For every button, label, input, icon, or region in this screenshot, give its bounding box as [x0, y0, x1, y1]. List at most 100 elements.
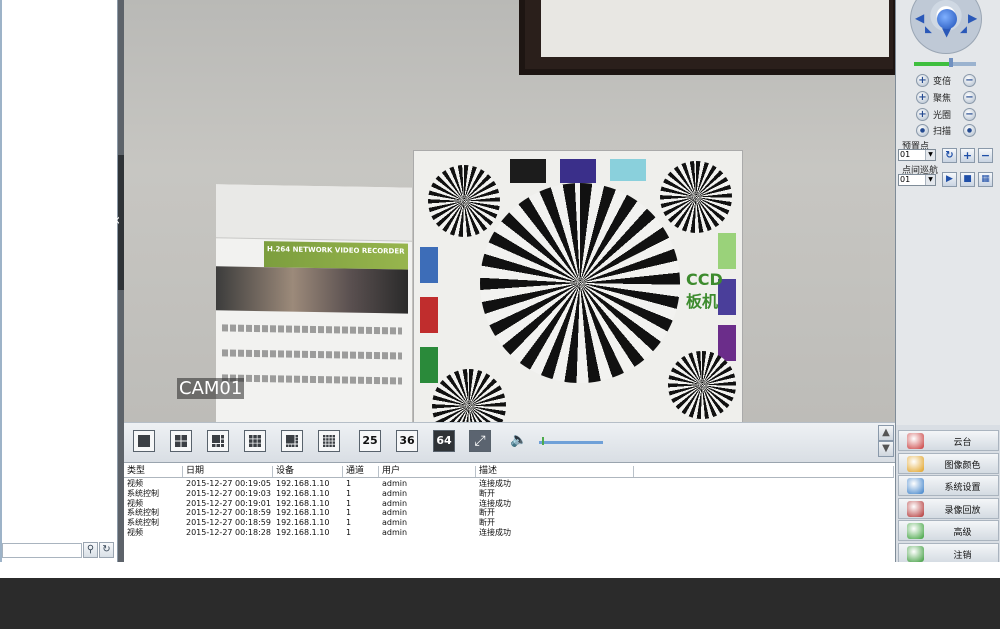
- function-button-playback[interactable]: 录像回放: [898, 497, 999, 519]
- preset-delete-button[interactable]: −: [978, 148, 993, 163]
- ptz-center-icon[interactable]: [937, 9, 957, 29]
- ptz-speed-slider[interactable]: [914, 62, 976, 66]
- toolbar-scroll: ▲ ▼: [878, 425, 894, 459]
- fullscreen-button[interactable]: ⤢: [469, 430, 491, 452]
- scan-start-button[interactable]: ●: [916, 124, 929, 137]
- log-row[interactable]: 视频 2015-12-27 00:18:28 192.168.1.10 1 admin 连…: [124, 528, 894, 538]
- function-button-logout[interactable]: 注销: [898, 542, 999, 564]
- pan-down-left-icon[interactable]: ◣: [925, 25, 932, 35]
- log-user-cell: admin: [382, 518, 408, 528]
- layout-9-button[interactable]: [244, 430, 266, 452]
- log-user-cell: admin: [382, 528, 408, 537]
- pan-down-right-icon[interactable]: ◢: [960, 25, 967, 35]
- function-button-color[interactable]: 图像颜色: [898, 452, 999, 474]
- log-device-cell: 192.168.1.10: [276, 518, 330, 528]
- settings-icon: [907, 478, 924, 494]
- camera-label: CAM01: [177, 378, 245, 399]
- function-label: 高级: [953, 528, 972, 538]
- chart-text-board: 板机: [686, 292, 719, 311]
- log-desc-cell: 连接成功: [479, 528, 511, 537]
- log-type-cell: 视频: [127, 498, 143, 508]
- log-row[interactable]: 系统控制 2015-12-27 00:18:59 192.168.1.10 1 admi…: [124, 518, 894, 528]
- log-splitter[interactable]: [444, 462, 574, 463]
- column-description[interactable]: 描述: [476, 466, 634, 477]
- focus-far-button[interactable]: −: [963, 91, 976, 104]
- layout-8-button[interactable]: [281, 430, 303, 452]
- log-user-cell: admin: [382, 479, 408, 488]
- layout-16-button[interactable]: [318, 430, 340, 452]
- layout-4-button[interactable]: [170, 430, 192, 452]
- function-button-settings[interactable]: 系统设置: [898, 475, 999, 496]
- volume-slider[interactable]: [539, 441, 603, 444]
- log-date-cell: 2015-12-27 00:18:59: [186, 508, 271, 518]
- log-type-cell: 系统控制: [127, 508, 159, 518]
- pan-left-icon[interactable]: ◀: [915, 11, 924, 25]
- preset-select[interactable]: 01 ▼: [898, 149, 936, 161]
- logout-icon: [907, 545, 924, 562]
- layout-1-button[interactable]: [133, 430, 155, 452]
- cruise-grid-button[interactable]: ▦: [978, 172, 993, 187]
- device-list-panel: ⚲ ↻: [0, 0, 118, 562]
- layout-6-button[interactable]: [207, 430, 229, 452]
- ptz-joystick[interactable]: ▼ ◀ ▶ ◣ ◢: [910, 0, 982, 54]
- window-bottom-edge: [0, 562, 1000, 578]
- function-panel: 云台 图像颜色 系统设置录像回放高级注销: [895, 425, 1000, 564]
- speaker-mute-icon[interactable]: 🔈: [510, 432, 527, 448]
- search-icon[interactable]: ⚲: [83, 542, 98, 558]
- device-search-input[interactable]: [2, 543, 82, 558]
- log-row[interactable]: 系统控制 2015-12-27 00:19:03 192.168.1.10 1 admi…: [124, 489, 894, 499]
- ptz-speed-handle[interactable]: [949, 58, 954, 67]
- video-view[interactable]: H.264 NETWORK VIDEO RECORDER CCD 板机 CAM01: [124, 0, 895, 422]
- cruise-play-button[interactable]: ▶: [942, 172, 957, 187]
- iris-open-button[interactable]: +: [916, 108, 929, 121]
- cruise-stop-button[interactable]: ■: [960, 172, 975, 187]
- zoom-out-button[interactable]: −: [963, 74, 976, 87]
- ptz-control-panel: ▼ ◀ ▶ ◣ ◢ + 变倍 − + 聚焦 − + 光圈 − ● 扫描 ● 预置…: [895, 0, 1000, 425]
- scroll-up-icon[interactable]: ▲: [878, 425, 894, 441]
- zoom-in-button[interactable]: +: [916, 74, 929, 87]
- function-label: 录像回放: [944, 505, 981, 516]
- cruise-select[interactable]: 01 ▼: [898, 174, 936, 186]
- log-device-cell: 192.168.1.10: [276, 479, 330, 488]
- log-row[interactable]: 视频 2015-12-27 00:19:05 192.168.1.10 1 admin 连…: [124, 479, 894, 489]
- log-date-cell: 2015-12-27 00:19:03: [186, 488, 271, 498]
- log-desc-cell: 连接成功: [479, 479, 511, 488]
- log-channel-cell: 1: [346, 488, 352, 498]
- log-channel-cell: 1: [346, 498, 352, 508]
- column-user[interactable]: 用户: [379, 466, 476, 477]
- log-channel-cell: 1: [346, 518, 352, 528]
- chevron-down-icon: ▼: [925, 150, 935, 160]
- layout-64-button[interactable]: 64: [433, 430, 455, 452]
- scan-stop-button[interactable]: ●: [963, 124, 976, 137]
- log-device-cell: 192.168.1.10: [276, 488, 330, 498]
- focus-near-button[interactable]: +: [916, 91, 929, 104]
- function-button-advanced[interactable]: 高级: [898, 520, 999, 541]
- layout-36-button[interactable]: 36: [396, 430, 418, 452]
- iris-label: 光圈: [933, 111, 952, 121]
- layout-25-button[interactable]: 25: [359, 430, 381, 452]
- chart-text-ccd: CCD: [686, 270, 723, 289]
- column-date[interactable]: 日期: [183, 466, 273, 477]
- taskbar-area: [0, 578, 1000, 629]
- log-type-cell: 视频: [127, 479, 143, 488]
- log-type-cell: 视频: [127, 528, 143, 537]
- refresh-icon[interactable]: ↻: [99, 542, 114, 558]
- scroll-down-icon[interactable]: ▼: [878, 441, 894, 457]
- log-user-cell: admin: [382, 498, 408, 508]
- layout-toolbar: 25 36 64 ⤢ 🔈 ▲ ▼: [124, 422, 895, 462]
- pan-right-icon[interactable]: ▶: [968, 11, 977, 25]
- preset-call-button[interactable]: ↻: [942, 148, 957, 163]
- iris-close-button[interactable]: −: [963, 108, 976, 121]
- preset-add-button[interactable]: +: [960, 148, 975, 163]
- product-box: H.264 NETWORK VIDEO RECORDER: [216, 184, 412, 422]
- focus-control: + 聚焦 −: [916, 91, 996, 105]
- column-channel[interactable]: 通道: [343, 466, 379, 477]
- column-type[interactable]: 类型: [124, 466, 183, 477]
- volume-handle[interactable]: [542, 437, 545, 445]
- log-row[interactable]: 系统控制 2015-12-27 00:18:59 192.168.1.10 1 admi…: [124, 508, 894, 518]
- collapse-arrow-icon[interactable]: ‹: [114, 210, 120, 229]
- log-device-cell: 192.168.1.10: [276, 498, 330, 508]
- column-device[interactable]: 设备: [273, 466, 343, 477]
- log-row[interactable]: 视频 2015-12-27 00:19:01 192.168.1.10 1 admin 连…: [124, 499, 894, 509]
- function-button-ptz[interactable]: 云台: [898, 430, 999, 451]
